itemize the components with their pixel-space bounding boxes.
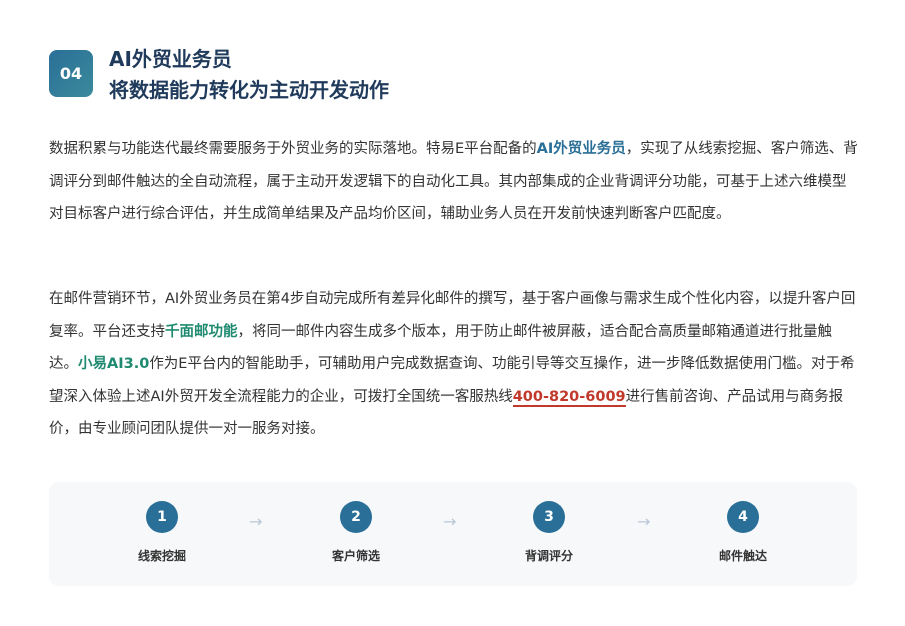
step-item: 2 客户筛选: [301, 501, 411, 564]
section-header: 04 AI外贸业务员 将数据能力转化为主动开发动作: [49, 45, 389, 104]
step-number-circle: 2: [340, 501, 372, 533]
section-subtitle: 将数据能力转化为主动开发动作: [109, 78, 389, 102]
process-steps-panel: 1 线索挖掘 → 2 客户筛选 → 3 背调评分 → 4 邮件触达: [49, 482, 857, 586]
arrow-right-icon: →: [443, 512, 457, 531]
step-number-circle: 1: [146, 501, 178, 533]
step-number-circle: 3: [533, 501, 565, 533]
step-label: 背调评分: [524, 549, 573, 563]
arrow-right-icon: →: [249, 512, 263, 531]
paragraph-text: 数据积累与功能迭代最终需要服务于外贸业务的实际落地。特易E平台配备的: [49, 141, 537, 157]
step-label: 邮件触达: [718, 549, 767, 563]
step-item: 4 邮件触达: [688, 501, 798, 564]
arrow-right-icon: →: [637, 512, 651, 531]
intro-paragraph: 数据积累与功能迭代最终需要服务于外贸业务的实际落地。特易E平台配备的AI外贸业务…: [49, 133, 859, 231]
highlight-assistant-name: 小易AI3.0: [78, 356, 150, 372]
step-label: 客户筛选: [331, 549, 380, 563]
detail-paragraph: 在邮件营销环节，AI外贸业务员在第4步自动完成所有差异化邮件的撰写，基于客户画像…: [49, 283, 859, 446]
step-item: 3 背调评分: [494, 501, 604, 564]
section-number-badge: 04: [49, 50, 93, 97]
step-number-circle: 4: [727, 501, 759, 533]
step-label: 线索挖掘: [137, 549, 186, 563]
highlight-multi-email-feature: 千面邮功能: [165, 323, 238, 340]
highlight-ai-agent: AI外贸业务员: [536, 141, 626, 157]
step-item: 1 线索挖掘: [107, 501, 217, 564]
hotline-phone-link[interactable]: 400-820-6009: [512, 388, 626, 407]
section-title: AI外贸业务员: [109, 47, 232, 71]
section-titles: AI外贸业务员 将数据能力转化为主动开发动作: [109, 45, 389, 104]
